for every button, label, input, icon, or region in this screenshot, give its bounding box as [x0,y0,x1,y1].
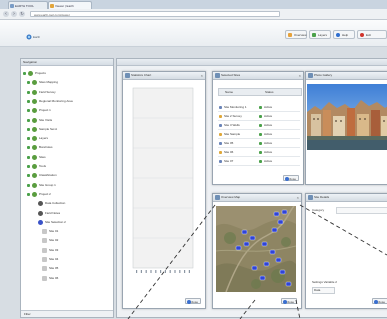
zoom-callout-lines [127,204,387,319]
